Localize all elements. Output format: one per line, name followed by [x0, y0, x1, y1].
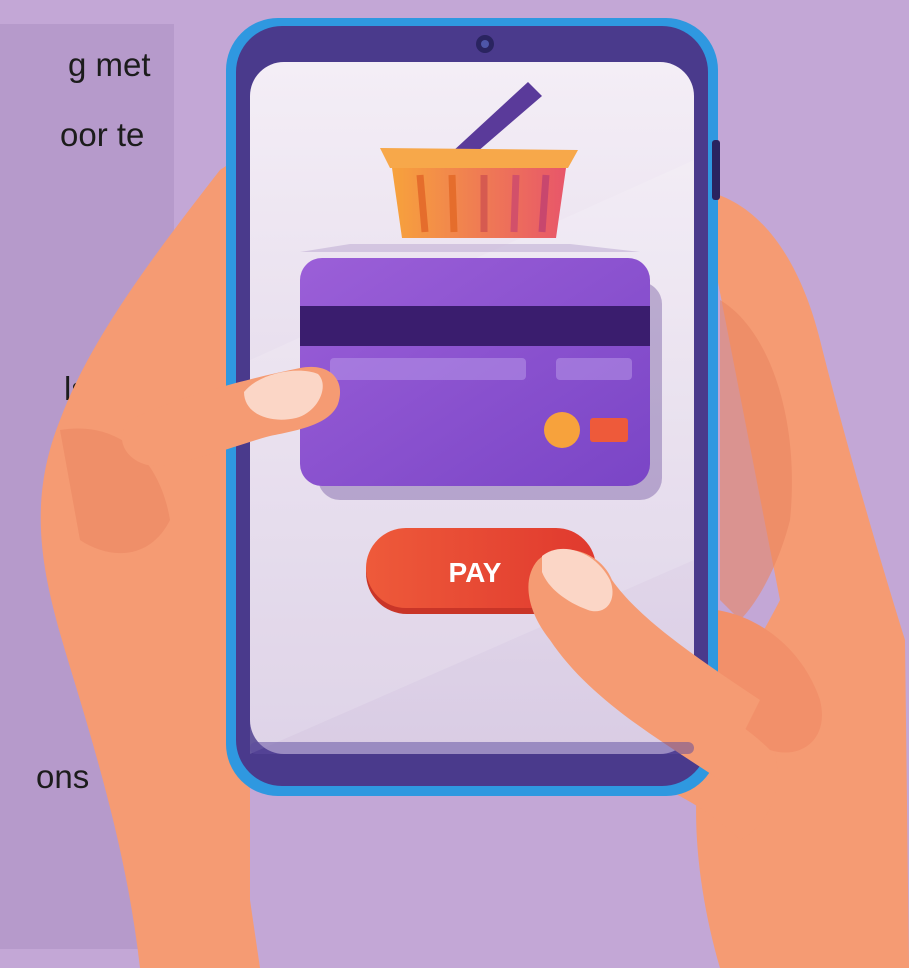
payment-illustration: PAY: [40, 18, 909, 968]
credit-card-icon: [300, 258, 662, 500]
pay-button-label: PAY: [449, 557, 502, 588]
phone-bottom-bezel: [250, 742, 694, 754]
